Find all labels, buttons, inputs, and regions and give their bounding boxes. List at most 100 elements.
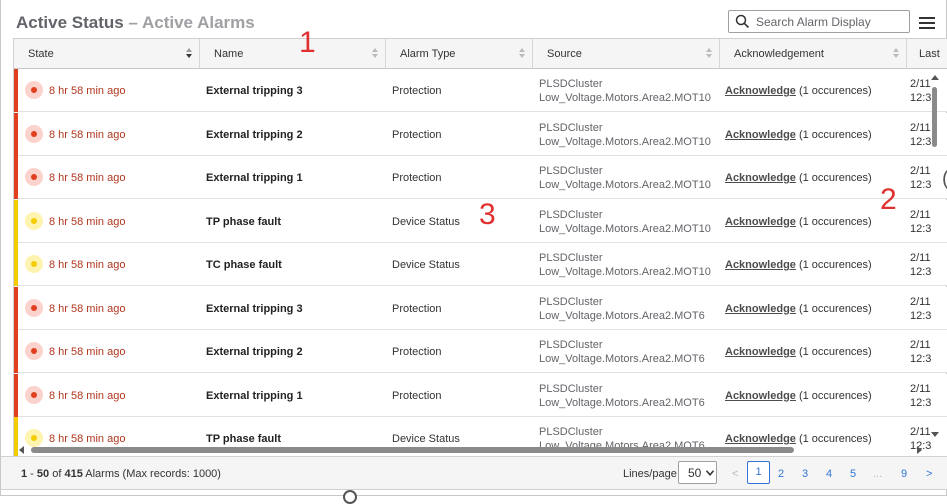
alarm-type: Protection	[392, 346, 442, 358]
alarm-state-icon	[25, 385, 43, 404]
page-button-3[interactable]: 3	[802, 468, 808, 480]
acknowledge-link[interactable]: Acknowledge	[725, 346, 796, 358]
page-button-1[interactable]: 1	[747, 461, 770, 484]
alarm-type: Protection	[392, 302, 442, 315]
occurrence-count: (1 occurences)	[795, 215, 872, 228]
hamburger-menu-icon[interactable]	[919, 17, 935, 29]
table-row[interactable]: 8 hr 58 min ago External tripping 3 Protec…	[14, 69, 947, 112]
alarm-source-cluster: PLSDCluster	[539, 78, 603, 90]
search-box[interactable]	[728, 10, 910, 33]
alarm-source-path: Low_Voltage.Motors.Area2.MOT10	[539, 222, 711, 235]
acknowledge-link[interactable]: Acknowledge	[725, 303, 796, 315]
search-input[interactable]	[756, 13, 906, 30]
alarm-type: Protection	[392, 85, 442, 97]
column-header-last[interactable]: Last	[907, 39, 947, 69]
alarm-state-icon	[25, 168, 43, 186]
alarm-source-cluster: PLSDCluster	[539, 426, 603, 438]
alarm-state-time: 8 hr 58 min ago	[49, 172, 126, 184]
column-header-source[interactable]: Source	[533, 39, 720, 69]
table-row[interactable]: 8 hr 58 min ago External tripping 2 Protec…	[14, 112, 947, 156]
alarm-type: Device Status	[392, 215, 460, 228]
table-row[interactable]: 8 hr 58 min ago TC phase fault Device Stat…	[14, 243, 947, 286]
alarm-name: TC phase fault	[206, 259, 282, 271]
table-row[interactable]: 8 hr 58 min ago External tripping 3 Protec…	[14, 286, 947, 330]
acknowledge-link[interactable]: Acknowledge	[725, 172, 796, 184]
alarm-type: Protection	[392, 172, 442, 184]
acknowledgement-cell: Acknowledge (1 occurences)	[725, 390, 872, 402]
vertical-scrollbar[interactable]	[928, 70, 940, 446]
acknowledge-link[interactable]: Acknowledge	[725, 259, 796, 271]
sort-icon[interactable]	[186, 48, 193, 60]
acknowledgement-cell: Acknowledge (1 occurences)	[725, 172, 872, 184]
alarm-source-path: Low_Voltage.Motors.Area2.MOT6	[539, 353, 705, 365]
lines-per-page-label: Lines/page :	[623, 468, 683, 480]
pagination-footer: 1 - 50 of 415 Alarms (Max records: 1000)…	[1, 456, 947, 490]
page-button-5[interactable]: 5	[850, 468, 856, 480]
alarm-source-cluster: PLSDCluster	[539, 382, 603, 395]
acknowledge-link[interactable]: Acknowledge	[725, 216, 796, 228]
table-row[interactable]: 8 hr 58 min ago External tripping 2 Protec…	[14, 330, 947, 373]
scroll-down-icon[interactable]	[931, 432, 939, 437]
alarm-type: Device Status	[392, 259, 460, 271]
alarm-state-time: 8 hr 58 min ago	[49, 389, 126, 402]
alarm-name: External tripping 3	[206, 302, 303, 315]
alarm-source-cluster: PLSDCluster	[539, 252, 603, 264]
title-subtitle: Active Alarms	[141, 13, 255, 32]
acknowledgement-cell: Acknowledge (1 occurences)	[725, 259, 872, 271]
panel-header: Active Status – Active Alarms	[1, 5, 947, 38]
page-button-9[interactable]: 9	[901, 468, 907, 480]
alarm-source-path: Low_Voltage.Motors.Area2.MOT10	[539, 135, 711, 148]
sort-icon[interactable]	[893, 48, 900, 60]
column-header-acknowledgement[interactable]: Acknowledgement	[720, 39, 907, 69]
sort-icon[interactable]	[372, 48, 379, 60]
severity-bar	[14, 156, 18, 199]
alarm-source-path: Low_Voltage.Motors.Area2.MOT6	[539, 396, 705, 409]
acknowledgement-cell: Acknowledge (1 occurences)	[725, 85, 872, 97]
horizontal-scroll-thumb[interactable]	[31, 447, 794, 453]
alarm-source-path: Low_Voltage.Motors.Area2.MOT10	[539, 179, 711, 191]
alarm-state-icon	[25, 298, 43, 317]
acknowledgement-cell: Acknowledge (1 occurences)	[725, 129, 872, 141]
alarm-state-icon	[25, 124, 43, 143]
scroll-left-icon[interactable]	[19, 446, 24, 454]
alarm-state-time: 8 hr 58 min ago	[49, 259, 126, 271]
page-ellipsis: ...	[873, 468, 883, 480]
acknowledge-link[interactable]: Acknowledge	[725, 85, 796, 97]
column-header-state[interactable]: State	[14, 39, 200, 69]
severity-bar	[14, 373, 18, 417]
alarm-source-cluster: PLSDCluster	[539, 339, 603, 351]
alarm-source-cluster: PLSDCluster	[539, 295, 603, 308]
scroll-up-icon[interactable]	[931, 75, 939, 80]
alarm-state-icon	[25, 81, 43, 99]
alarm-state-icon	[25, 211, 43, 230]
alarm-state-icon	[25, 342, 43, 360]
alarm-name: External tripping 3	[206, 85, 303, 97]
acknowledge-link[interactable]: Acknowledge	[725, 129, 796, 141]
table-row[interactable]: 8 hr 58 min ago External tripping 1 Protec…	[14, 373, 947, 417]
lines-per-page-select[interactable]: 50	[678, 461, 717, 484]
alarm-type: Protection	[392, 389, 442, 402]
alarm-source-path: Low_Voltage.Motors.Area2.MOT10	[539, 92, 711, 104]
column-header-name[interactable]: Name	[200, 39, 386, 69]
alarm-name: External tripping 2	[206, 346, 303, 358]
vertical-scroll-thumb[interactable]	[932, 87, 937, 147]
record-count: 1 - 50 of 415 Alarms (Max records: 1000)	[21, 468, 221, 480]
page-button-4[interactable]: 4	[826, 468, 832, 480]
page-button-2[interactable]: 2	[778, 468, 784, 480]
occurrence-count: (1 occurences)	[795, 346, 872, 358]
alarm-state-time: 8 hr 58 min ago	[49, 346, 126, 358]
severity-bar	[14, 112, 18, 156]
prev-page-button[interactable]: <	[732, 468, 738, 480]
table-row[interactable]: 8 hr 58 min ago External tripping 1 Protec…	[14, 156, 947, 199]
acknowledge-link[interactable]: Acknowledge	[725, 390, 796, 402]
next-page-button[interactable]: >	[926, 468, 932, 480]
severity-bar	[14, 243, 18, 286]
sort-icon[interactable]	[706, 48, 713, 60]
sort-icon[interactable]	[519, 48, 526, 60]
alarm-name: TP phase fault	[206, 215, 281, 228]
scroll-right-icon[interactable]	[917, 446, 922, 454]
horizontal-scrollbar[interactable]	[13, 444, 928, 456]
annotation-marker-3: 3	[479, 198, 496, 231]
column-header-alarm-type[interactable]: Alarm Type	[386, 39, 533, 69]
title-dash: –	[123, 13, 142, 32]
